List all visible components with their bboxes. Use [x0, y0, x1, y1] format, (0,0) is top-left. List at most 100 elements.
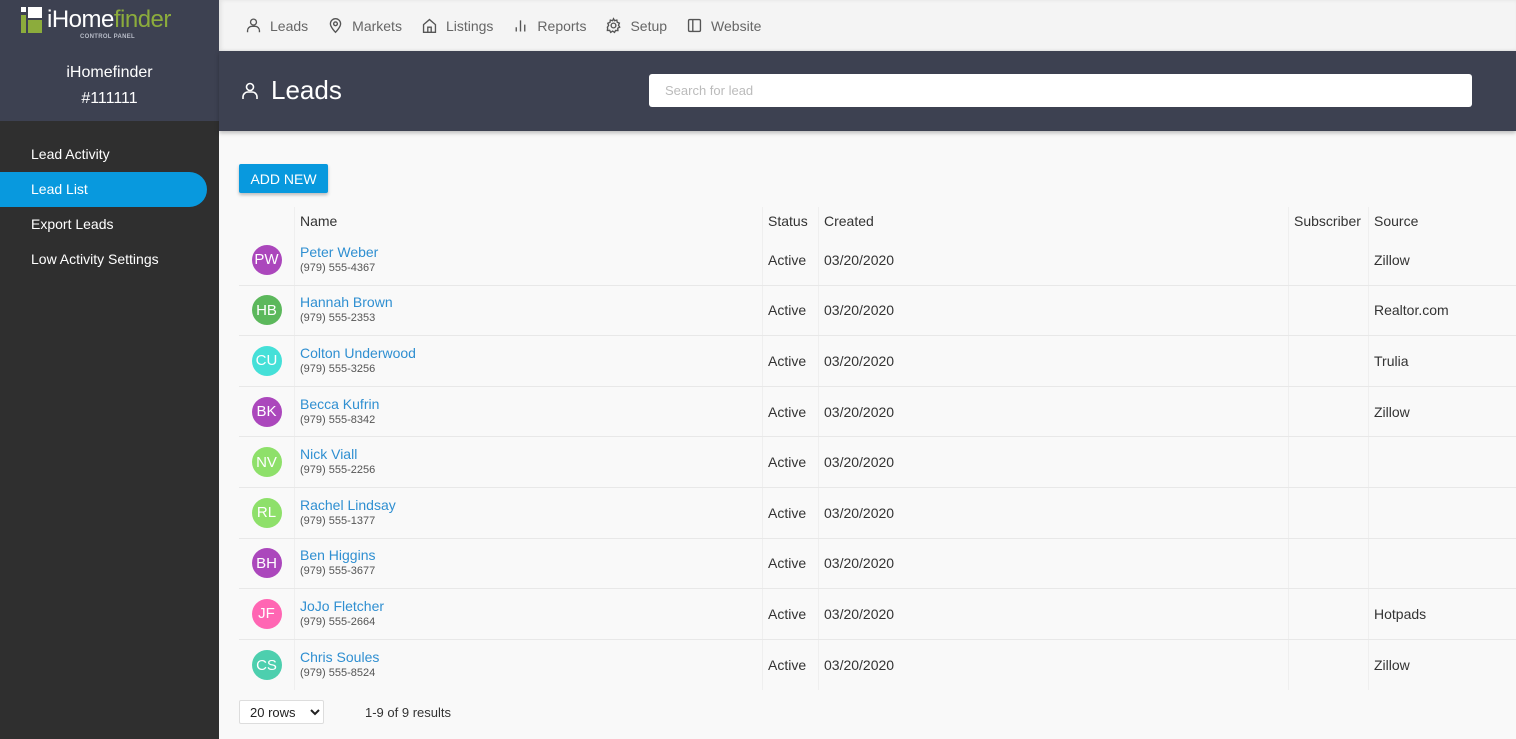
table-row[interactable]: BH Ben Higgins (979) 555-3677 Active 03/20/2… [239, 538, 1516, 590]
lead-name-link[interactable]: Becca Kufrin [300, 396, 379, 413]
subscriber-cell [1289, 487, 1369, 538]
source-cell: Zillow [1374, 403, 1410, 420]
table-row[interactable]: PW Peter Weber (979) 555-4367 Active 03/20/2… [239, 235, 1516, 286]
lead-phone: (979) 555-8524 [300, 667, 376, 680]
column-header-subscriber[interactable]: Subscriber [1289, 207, 1369, 235]
source-cell: Hotpads [1374, 605, 1427, 622]
created-cell: 03/20/2020 [819, 285, 1289, 336]
subscriber-cell [1289, 437, 1369, 487]
column-header-name[interactable]: Name [295, 207, 763, 235]
avatar-cell: CS [239, 639, 295, 691]
avatar: CS [251, 650, 282, 681]
topnav-markets-label: Markets [352, 17, 402, 34]
table-row[interactable]: CS Chris Soules (979) 555-8524 Active 03/20/… [239, 639, 1516, 691]
table-footer: 20 rows 1-9 of 9 results [239, 700, 451, 724]
lead-search-input[interactable] [649, 74, 1472, 107]
lead-phone: (979) 555-3677 [300, 565, 376, 578]
lead-name-link[interactable]: Nick Viall [300, 446, 357, 463]
name-cell: Peter Weber (979) 555-4367 [295, 235, 763, 285]
avatar: BK [251, 396, 282, 427]
topnav-website-label: Website [711, 17, 762, 34]
status-cell: Active [763, 336, 819, 386]
avatar-cell: RL [239, 487, 295, 538]
avatar: NV [251, 447, 282, 478]
add-new-button[interactable]: ADD NEW [239, 164, 328, 193]
logo[interactable]: iHomefinder [21, 7, 171, 33]
lead-phone: (979) 555-2664 [300, 615, 376, 628]
page-title-text: Leads [271, 75, 342, 105]
status-cell: Active [763, 285, 819, 336]
table-row[interactable]: BK Becca Kufrin (979) 555-8342 Active 03/20/… [239, 386, 1516, 438]
table-row[interactable]: CU Colton Underwood (979) 555-3256 Active 03… [239, 336, 1516, 387]
sidebar-item-lead-list[interactable]: Lead List [0, 172, 207, 207]
topnav-leads-label: Leads [270, 17, 309, 34]
subscriber-cell [1289, 235, 1369, 285]
sidebar-item-export-leads[interactable]: Export Leads [0, 207, 207, 242]
topnav-reports-label: Reports [537, 17, 587, 34]
avatar: JF [251, 598, 282, 629]
lead-name-link[interactable]: Ben Higgins [300, 547, 376, 564]
lead-name-link[interactable]: Hannah Brown [300, 294, 393, 311]
created-cell: 03/20/2020 [819, 235, 1289, 285]
name-cell: Colton Underwood (979) 555-3256 [295, 336, 763, 386]
name-cell: Hannah Brown (979) 555-2353 [295, 285, 763, 336]
topnav-listings-label: Listings [445, 17, 494, 34]
lead-name-link[interactable]: Peter Weber [300, 244, 378, 261]
subscriber-cell [1289, 386, 1369, 437]
lead-name-link[interactable]: Rachel Lindsay [300, 497, 396, 514]
sidebar-nav: Lead Activity Lead List Export Leads Low… [0, 137, 219, 277]
column-header-status[interactable]: Status [763, 207, 819, 235]
table-row[interactable]: HB Hannah Brown (979) 555-2353 Active 03/20/… [239, 285, 1516, 337]
lead-name-link[interactable]: JoJo Fletcher [300, 598, 384, 615]
source-cell: Zillow [1374, 657, 1410, 674]
lead-phone: (979) 555-2353 [300, 312, 376, 325]
topnav-reports[interactable]: Reports [512, 17, 586, 34]
lead-phone: (979) 555-3256 [300, 362, 376, 375]
sidebar-item-lead-activity[interactable]: Lead Activity [0, 137, 207, 172]
user-icon [242, 82, 258, 99]
name-cell: Ben Higgins (979) 555-3677 [295, 538, 763, 589]
avatar: PW [251, 244, 282, 275]
sidebar-item-low-activity-settings[interactable]: Low Activity Settings [0, 242, 207, 277]
subscriber-cell [1289, 336, 1369, 386]
layout-icon [687, 18, 702, 33]
avatar: HB [251, 295, 282, 326]
source-cell: Trulia [1374, 352, 1409, 369]
avatar: CU [251, 345, 282, 376]
status-cell: Active [763, 589, 819, 639]
name-cell: Nick Viall (979) 555-2256 [295, 437, 763, 487]
created-cell: 03/20/2020 [819, 336, 1289, 386]
topnav-listings[interactable]: Listings [421, 17, 493, 34]
created-cell: 03/20/2020 [819, 437, 1289, 487]
source-cell: Zillow [1374, 251, 1410, 268]
table-row[interactable]: RL Rachel Lindsay (979) 555-1377 Active 03/2… [239, 487, 1516, 539]
lead-phone: (979) 555-1377 [300, 514, 376, 527]
sidebar-account-panel: iHomefinder CONTROL PANEL iHomefinder #1… [0, 0, 219, 121]
topnav-markets[interactable]: Markets [327, 17, 402, 34]
topnav-leads[interactable]: Leads [245, 17, 308, 34]
table-row[interactable]: JF JoJo Fletcher (979) 555-2664 Active 03/20… [239, 589, 1516, 640]
created-cell: 03/20/2020 [819, 589, 1289, 639]
column-header-source[interactable]: Source [1369, 207, 1516, 235]
page-title: Leads [240, 75, 342, 106]
lead-name-link[interactable]: Chris Soules [300, 649, 379, 666]
logo-subtitle: CONTROL PANEL [80, 34, 136, 40]
name-cell: Becca Kufrin (979) 555-8342 [295, 386, 763, 437]
home-icon [422, 18, 437, 33]
table-row[interactable]: NV Nick Viall (979) 555-2256 Active 03/20/20… [239, 437, 1516, 488]
lead-name-link[interactable]: Colton Underwood [300, 345, 416, 362]
topnav-setup[interactable]: Setup [605, 17, 667, 34]
rows-per-page-select[interactable]: 20 rows [239, 700, 324, 724]
lead-phone: (979) 555-2256 [300, 464, 376, 477]
map-pin-icon [329, 18, 342, 34]
subscriber-cell [1289, 639, 1369, 691]
gear-icon [607, 17, 622, 34]
table-header-row: Name Status Created Subscriber Source [239, 207, 1516, 235]
created-cell: 03/20/2020 [819, 487, 1289, 538]
source-cell [1369, 437, 1516, 487]
name-cell: JoJo Fletcher (979) 555-2664 [295, 589, 763, 639]
topnav-website[interactable]: Website [686, 17, 761, 34]
avatar-cell: NV [239, 437, 295, 487]
column-header-created[interactable]: Created [819, 207, 1289, 235]
account-id: #111111 [81, 90, 138, 107]
